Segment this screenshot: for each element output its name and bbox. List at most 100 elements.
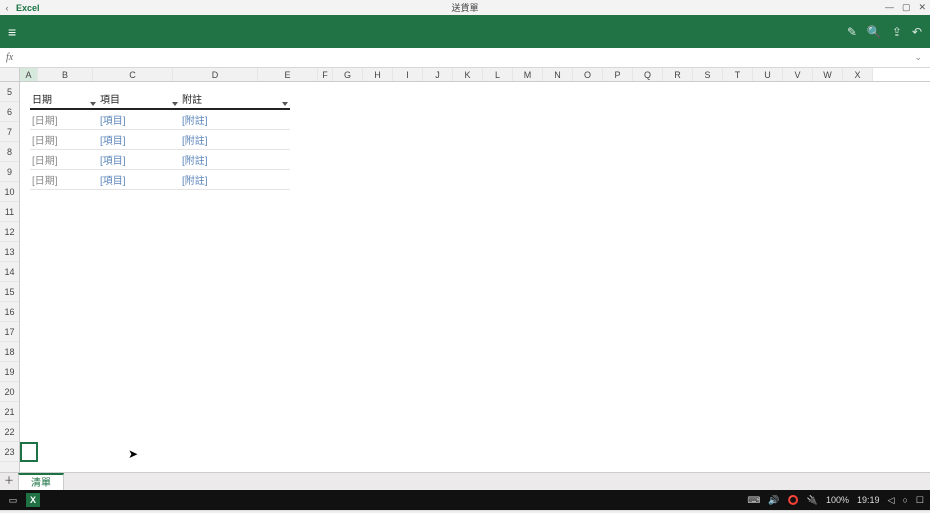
undo-icon[interactable]: ↶ <box>912 25 922 39</box>
column-header[interactable]: N <box>543 68 573 81</box>
column-header[interactable]: P <box>603 68 633 81</box>
table-header-cell[interactable]: 附註 <box>180 91 290 106</box>
table-cell[interactable]: [項目] <box>98 112 180 127</box>
power-icon[interactable]: 🔌 <box>807 495 818 506</box>
close-button[interactable]: ✕ <box>918 2 926 13</box>
recent-nav-icon[interactable]: ☐ <box>916 495 924 506</box>
table-row[interactable]: [日期][項目][附註] <box>30 150 290 170</box>
row-header[interactable]: 20 <box>0 382 19 402</box>
row-header[interactable]: 22 <box>0 422 19 442</box>
title-bar: ‹ Excel 送貨單 — ▢ ✕ <box>0 0 930 15</box>
back-icon[interactable]: ‹ <box>0 3 14 13</box>
table-row[interactable]: [日期][項目][附註] <box>30 170 290 190</box>
column-header[interactable]: A <box>20 68 38 81</box>
table-row[interactable]: [日期][項目][附註] <box>30 110 290 130</box>
table-cell[interactable]: [附註] <box>180 172 290 187</box>
column-header[interactable]: U <box>753 68 783 81</box>
table-cell[interactable]: [附註] <box>180 132 290 147</box>
column-header[interactable]: X <box>843 68 873 81</box>
column-headers: ABCDEFGHIJKLMNOPQRSTUVWX <box>0 68 930 82</box>
table-row[interactable]: [日期][項目][附註] <box>30 130 290 150</box>
column-header[interactable]: O <box>573 68 603 81</box>
sheet-tab-bar: ＋ 清單 <box>0 472 930 490</box>
table-cell[interactable]: [附註] <box>180 112 290 127</box>
row-header[interactable]: 15 <box>0 282 19 302</box>
filter-dropdown-icon[interactable] <box>172 102 178 106</box>
table-cell[interactable]: [項目] <box>98 172 180 187</box>
search-icon[interactable]: 🔍 <box>867 25 882 39</box>
row-header[interactable]: 13 <box>0 242 19 262</box>
row-header[interactable]: 11 <box>0 202 19 222</box>
column-header[interactable]: D <box>173 68 258 81</box>
share-icon[interactable]: ⇪ <box>892 25 902 39</box>
column-header[interactable]: L <box>483 68 513 81</box>
table-header-cell[interactable]: 項目 <box>98 91 180 106</box>
cell-selection <box>20 442 38 462</box>
excel-taskbar-icon[interactable]: X <box>26 493 40 507</box>
volume-icon[interactable]: 🔊 <box>768 495 779 506</box>
table-cell[interactable]: [日期] <box>30 112 98 127</box>
battery-status: 100% <box>826 495 849 505</box>
minimize-button[interactable]: — <box>885 2 894 13</box>
table-cell[interactable]: [日期] <box>30 132 98 147</box>
home-nav-icon[interactable]: ○ <box>902 495 907 505</box>
row-header[interactable]: 6 <box>0 102 19 122</box>
row-header[interactable]: 5 <box>0 82 19 102</box>
column-header[interactable]: K <box>453 68 483 81</box>
row-header[interactable]: 21 <box>0 402 19 422</box>
taskbar: ▭ X ⌨ 🔊 ⭕ 🔌 100% 19:19 ◁ ○ ☐ <box>0 490 930 510</box>
worksheet-grid[interactable]: 567891011121314151617181920212223 日期項目附註… <box>0 82 930 472</box>
row-header[interactable]: 7 <box>0 122 19 142</box>
wifi-icon[interactable]: ⭕ <box>788 495 799 506</box>
row-header[interactable]: 8 <box>0 142 19 162</box>
column-header[interactable]: H <box>363 68 393 81</box>
row-headers: 567891011121314151617181920212223 <box>0 82 20 472</box>
row-header[interactable]: 17 <box>0 322 19 342</box>
table-cell[interactable]: [附註] <box>180 152 290 167</box>
table-cell[interactable]: [項目] <box>98 152 180 167</box>
task-view-icon[interactable]: ▭ <box>6 493 20 507</box>
row-header[interactable]: 18 <box>0 342 19 362</box>
column-header[interactable]: T <box>723 68 753 81</box>
column-header[interactable]: S <box>693 68 723 81</box>
menu-icon[interactable]: ≡ <box>8 24 16 40</box>
row-header[interactable]: 10 <box>0 182 19 202</box>
keyboard-icon[interactable]: ⌨ <box>747 495 760 506</box>
mouse-cursor: ➤ <box>128 447 138 461</box>
row-header[interactable]: 23 <box>0 442 19 462</box>
data-table: 日期項目附註 [日期][項目][附註][日期][項目][附註][日期][項目][… <box>30 90 290 190</box>
back-nav-icon[interactable]: ◁ <box>888 495 895 506</box>
select-all-corner[interactable] <box>0 68 20 81</box>
column-header[interactable]: J <box>423 68 453 81</box>
row-header[interactable]: 19 <box>0 362 19 382</box>
column-header[interactable]: B <box>38 68 93 81</box>
add-sheet-button[interactable]: ＋ <box>0 473 18 490</box>
column-header[interactable]: Q <box>633 68 663 81</box>
row-header[interactable]: 14 <box>0 262 19 282</box>
column-header[interactable]: R <box>663 68 693 81</box>
table-cell[interactable]: [項目] <box>98 132 180 147</box>
column-header[interactable]: G <box>333 68 363 81</box>
table-header-cell[interactable]: 日期 <box>30 91 98 106</box>
fx-icon: fx <box>6 52 13 63</box>
app-name: Excel <box>16 3 40 13</box>
filter-dropdown-icon[interactable] <box>90 102 96 106</box>
expand-formula-icon[interactable]: ⌄ <box>914 52 922 63</box>
column-header[interactable]: V <box>783 68 813 81</box>
filter-dropdown-icon[interactable] <box>282 102 288 106</box>
table-cell[interactable]: [日期] <box>30 172 98 187</box>
column-header[interactable]: W <box>813 68 843 81</box>
column-header[interactable]: I <box>393 68 423 81</box>
column-header[interactable]: C <box>93 68 173 81</box>
ink-icon[interactable]: ✎ <box>847 25 857 39</box>
sheet-tab-active[interactable]: 清單 <box>18 473 64 490</box>
table-cell[interactable]: [日期] <box>30 152 98 167</box>
column-header[interactable]: E <box>258 68 318 81</box>
row-header[interactable]: 12 <box>0 222 19 242</box>
column-header[interactable]: M <box>513 68 543 81</box>
formula-bar[interactable]: fx ⌄ <box>0 48 930 68</box>
maximize-button[interactable]: ▢ <box>902 2 911 13</box>
row-header[interactable]: 16 <box>0 302 19 322</box>
row-header[interactable]: 9 <box>0 162 19 182</box>
column-header[interactable]: F <box>318 68 333 81</box>
